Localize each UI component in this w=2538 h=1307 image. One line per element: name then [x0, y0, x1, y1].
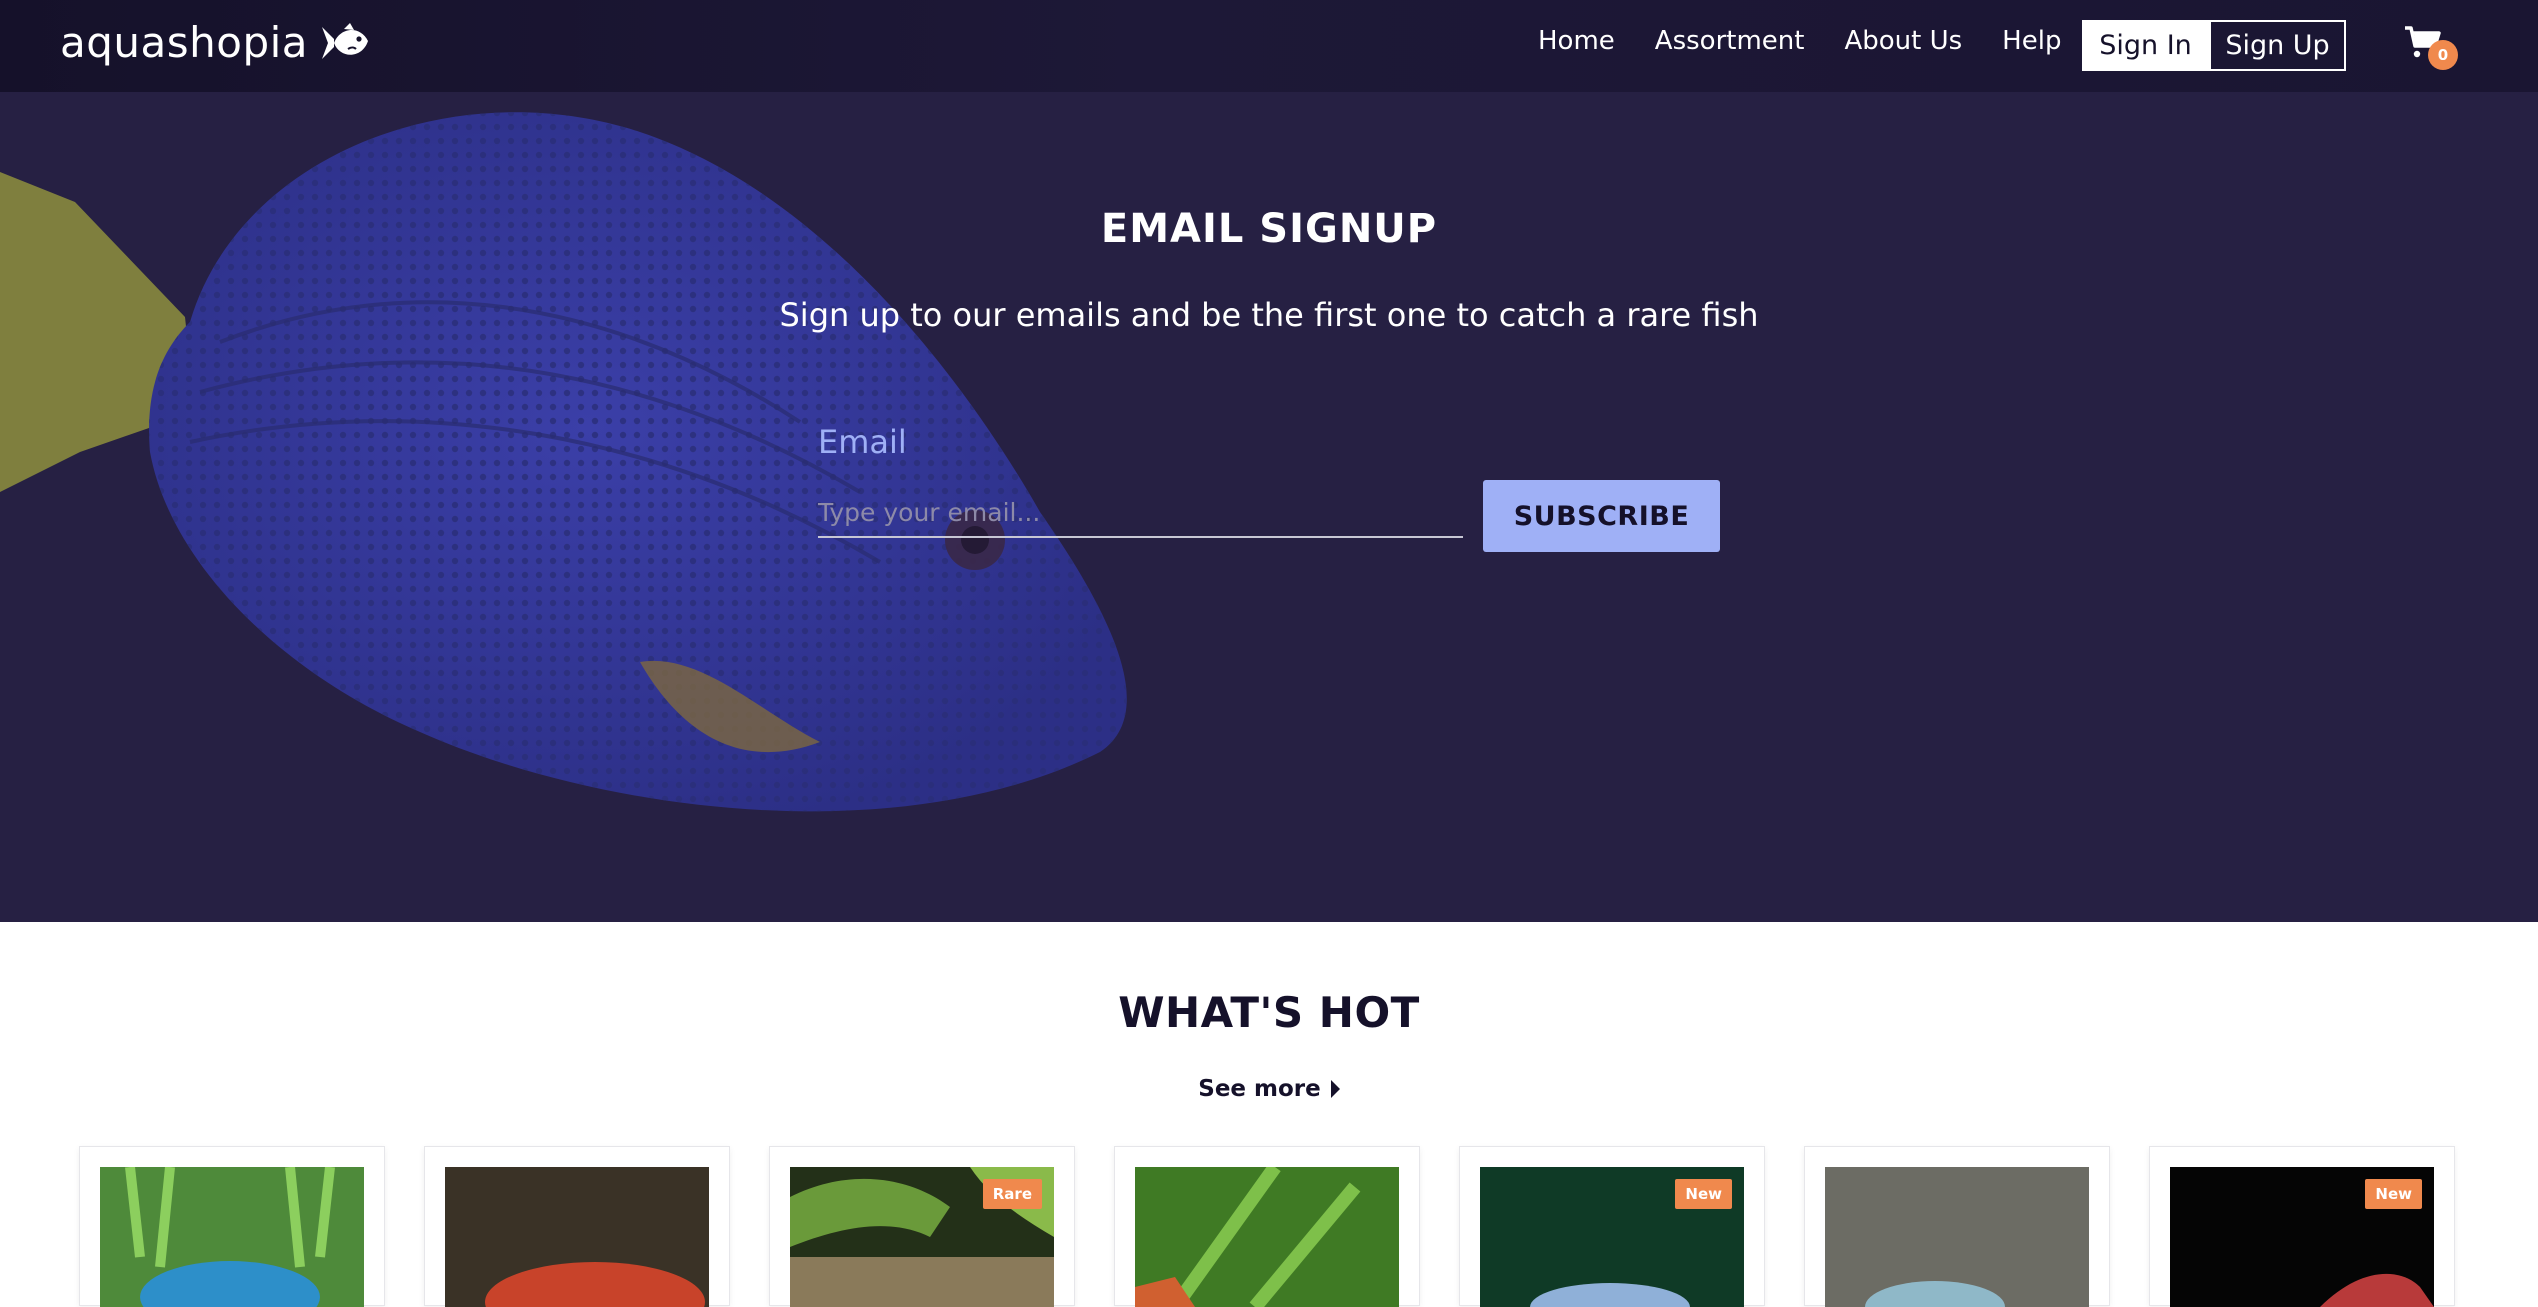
product-image [100, 1167, 364, 1307]
cart-count-badge: 0 [2428, 40, 2458, 70]
whats-hot-title: WHAT'S HOT [1118, 988, 1420, 1037]
product-cards: Rare New New [79, 1146, 2479, 1307]
signup-title: EMAIL SIGNUP [1100, 206, 1438, 252]
sign-up-button[interactable]: Sign Up [2209, 20, 2346, 71]
product-card[interactable] [79, 1146, 385, 1307]
nav-links: Home Assortment About Us Help [1538, 26, 2101, 56]
product-badge: New [1675, 1179, 1732, 1209]
email-input[interactable] [818, 488, 1463, 538]
nav-link-home[interactable]: Home [1538, 26, 1615, 56]
product-badge: Rare [982, 1179, 1042, 1209]
nav-link-about-us[interactable]: About Us [1844, 26, 1962, 56]
product-card[interactable]: Rare [769, 1146, 1075, 1307]
subscribe-button[interactable]: SUBSCRIBE [1483, 480, 1720, 552]
auth-buttons: Sign In Sign Up [2082, 20, 2346, 71]
product-badge: New [2365, 1179, 2422, 1209]
email-signup-hero: EMAIL SIGNUP Sign up to our emails and b… [0, 92, 2538, 922]
product-image [445, 1167, 709, 1307]
signup-subtitle: Sign up to our emails and be the first o… [779, 296, 1759, 334]
cart-button[interactable]: 0 [2404, 24, 2460, 72]
product-image: Rare [790, 1167, 1054, 1307]
logo[interactable]: aquashopia [60, 18, 370, 67]
product-image [1825, 1167, 2089, 1307]
product-image: New [1480, 1167, 1744, 1307]
product-card[interactable]: New [1459, 1146, 1765, 1307]
fish-icon [318, 21, 370, 65]
product-card[interactable] [1804, 1146, 2110, 1307]
email-label: Email [818, 423, 907, 461]
logo-text: aquashopia [60, 18, 309, 67]
product-card[interactable] [1114, 1146, 1420, 1307]
product-card[interactable] [424, 1146, 730, 1307]
sign-in-button[interactable]: Sign In [2082, 20, 2209, 71]
wave-divider [0, 852, 2538, 922]
nav-link-help[interactable]: Help [2002, 26, 2061, 56]
caret-right-icon [1330, 1080, 1340, 1098]
see-more-link[interactable]: See more [0, 1076, 2538, 1102]
see-more-label: See more [1198, 1076, 1321, 1102]
product-image: New [2170, 1167, 2434, 1307]
product-image [1135, 1167, 1399, 1307]
navbar: aquashopia Home Assortment About Us Help… [0, 0, 2538, 92]
product-card[interactable]: New [2149, 1146, 2455, 1307]
nav-link-assortment[interactable]: Assortment [1655, 26, 1805, 56]
